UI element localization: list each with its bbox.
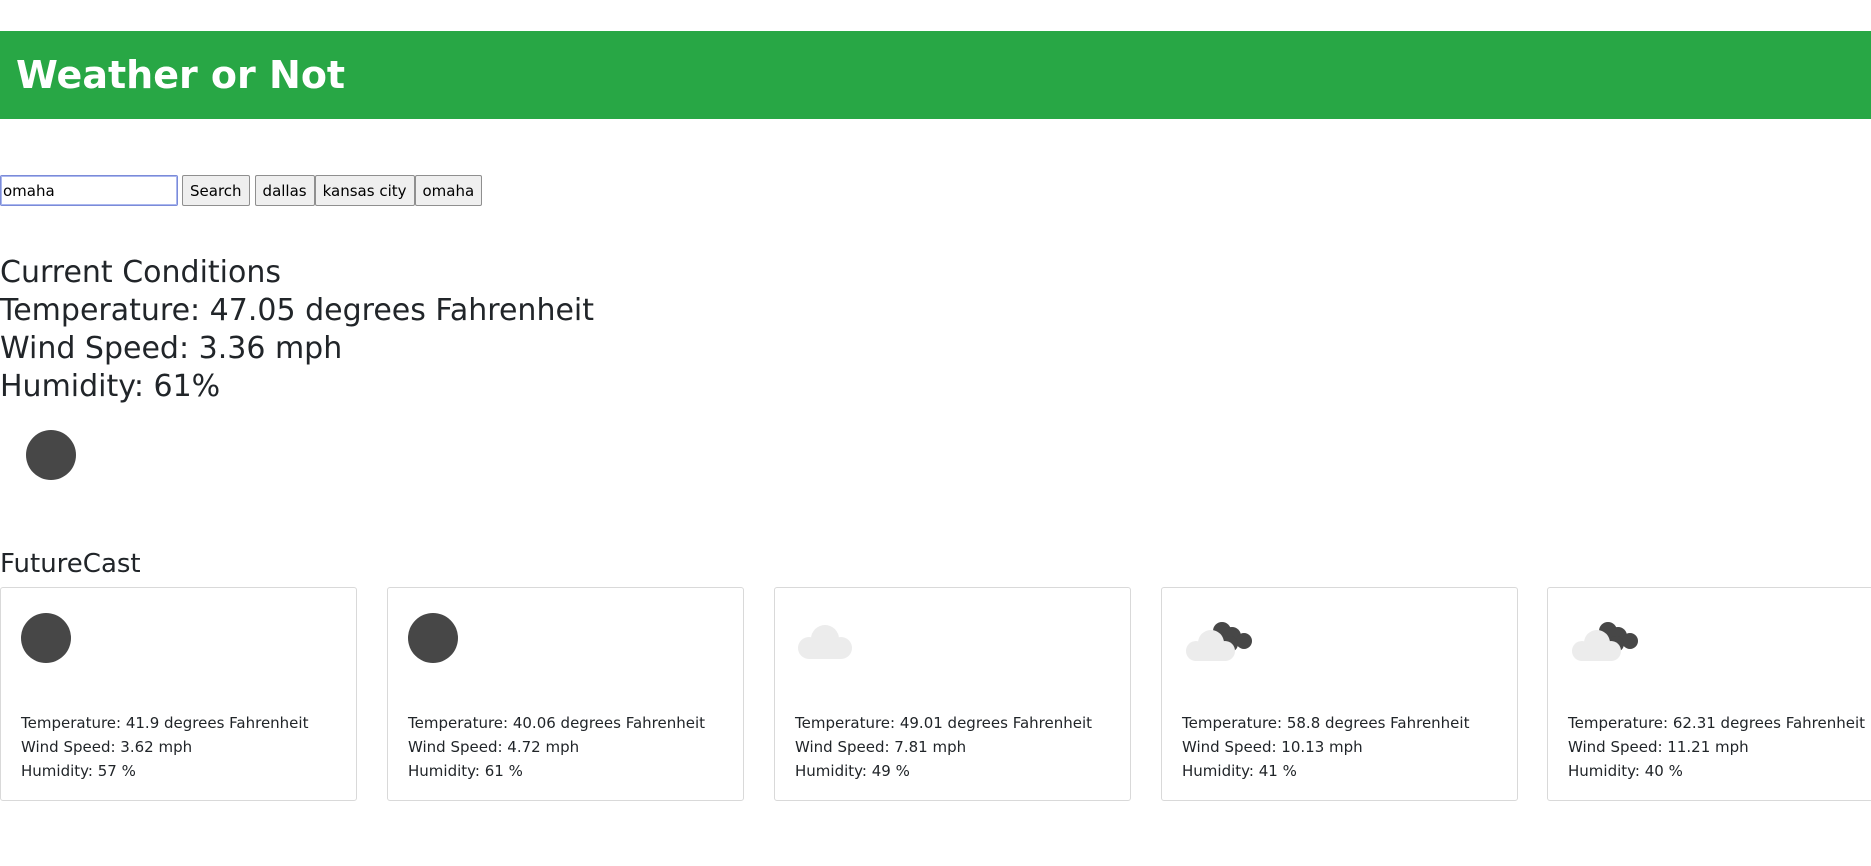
forecast-details: Temperature: 41.9 degrees Fahrenheit Win… — [21, 711, 308, 783]
search-button[interactable]: Search — [182, 175, 250, 206]
forecast-wind-speed: Wind Speed: 11.21 mph — [1568, 738, 1749, 756]
forecast-humidity: Humidity: 49 % — [795, 762, 910, 780]
current-conditions-heading: Current Conditions — [0, 255, 282, 290]
history-button-omaha[interactable]: omaha — [414, 175, 483, 206]
moon-icon — [21, 613, 71, 663]
forecast-humidity: Humidity: 41 % — [1182, 762, 1297, 780]
forecast-humidity: Humidity: 40 % — [1568, 762, 1683, 780]
current-conditions: Current Conditions Temperature: 47.05 de… — [0, 254, 594, 406]
forecast-card: Temperature: 41.9 degrees Fahrenheit Win… — [0, 587, 357, 801]
city-search-input[interactable] — [0, 175, 178, 206]
forecast-details: Temperature: 62.31 degrees Fahrenheit Wi… — [1568, 711, 1865, 783]
forecast-card: Temperature: 49.01 degrees Fahrenheit Wi… — [774, 587, 1131, 801]
forecast-card: Temperature: 62.31 degrees Fahrenheit Wi… — [1547, 587, 1871, 801]
moon-icon — [26, 430, 76, 480]
forecast-details: Temperature: 58.8 degrees Fahrenheit Win… — [1182, 711, 1469, 783]
moon-icon — [408, 613, 458, 663]
forecast-card: Temperature: 40.06 degrees Fahrenheit Wi… — [387, 587, 744, 801]
history-button-kansas-city[interactable]: kansas city — [314, 175, 415, 206]
current-humidity: Humidity: 61% — [0, 369, 221, 404]
search-bar: Search dallas kansas city omaha — [0, 175, 483, 206]
forecast-details: Temperature: 40.06 degrees Fahrenheit Wi… — [408, 711, 705, 783]
forecast-cards: Temperature: 41.9 degrees Fahrenheit Win… — [0, 587, 1871, 801]
forecast-wind-speed: Wind Speed: 3.62 mph — [21, 738, 193, 756]
app-header: Weather or Not — [0, 31, 1871, 119]
forecast-wind-speed: Wind Speed: 4.72 mph — [408, 738, 580, 756]
broken-clouds-icon — [1186, 622, 1252, 661]
futurecast-title: FutureCast — [0, 549, 141, 579]
forecast-details: Temperature: 49.01 degrees Fahrenheit Wi… — [795, 711, 1092, 783]
forecast-temperature: Temperature: 40.06 degrees Fahrenheit — [408, 714, 706, 732]
current-temperature: Temperature: 47.05 degrees Fahrenheit — [0, 293, 595, 328]
cloud-icon — [798, 625, 852, 659]
forecast-temperature: Temperature: 58.8 degrees Fahrenheit — [1182, 714, 1470, 732]
forecast-humidity: Humidity: 61 % — [408, 762, 523, 780]
forecast-humidity: Humidity: 57 % — [21, 762, 136, 780]
app-title: Weather or Not — [16, 53, 346, 97]
broken-clouds-icon — [1572, 622, 1638, 661]
current-wind-speed: Wind Speed: 3.36 mph — [0, 331, 343, 366]
history-button-dallas[interactable]: dallas — [254, 175, 315, 206]
forecast-card: Temperature: 58.8 degrees Fahrenheit Win… — [1161, 587, 1518, 801]
forecast-wind-speed: Wind Speed: 10.13 mph — [1182, 738, 1363, 756]
forecast-wind-speed: Wind Speed: 7.81 mph — [795, 738, 967, 756]
forecast-temperature: Temperature: 41.9 degrees Fahrenheit — [21, 714, 309, 732]
forecast-temperature: Temperature: 49.01 degrees Fahrenheit — [795, 714, 1093, 732]
forecast-temperature: Temperature: 62.31 degrees Fahrenheit — [1568, 714, 1866, 732]
